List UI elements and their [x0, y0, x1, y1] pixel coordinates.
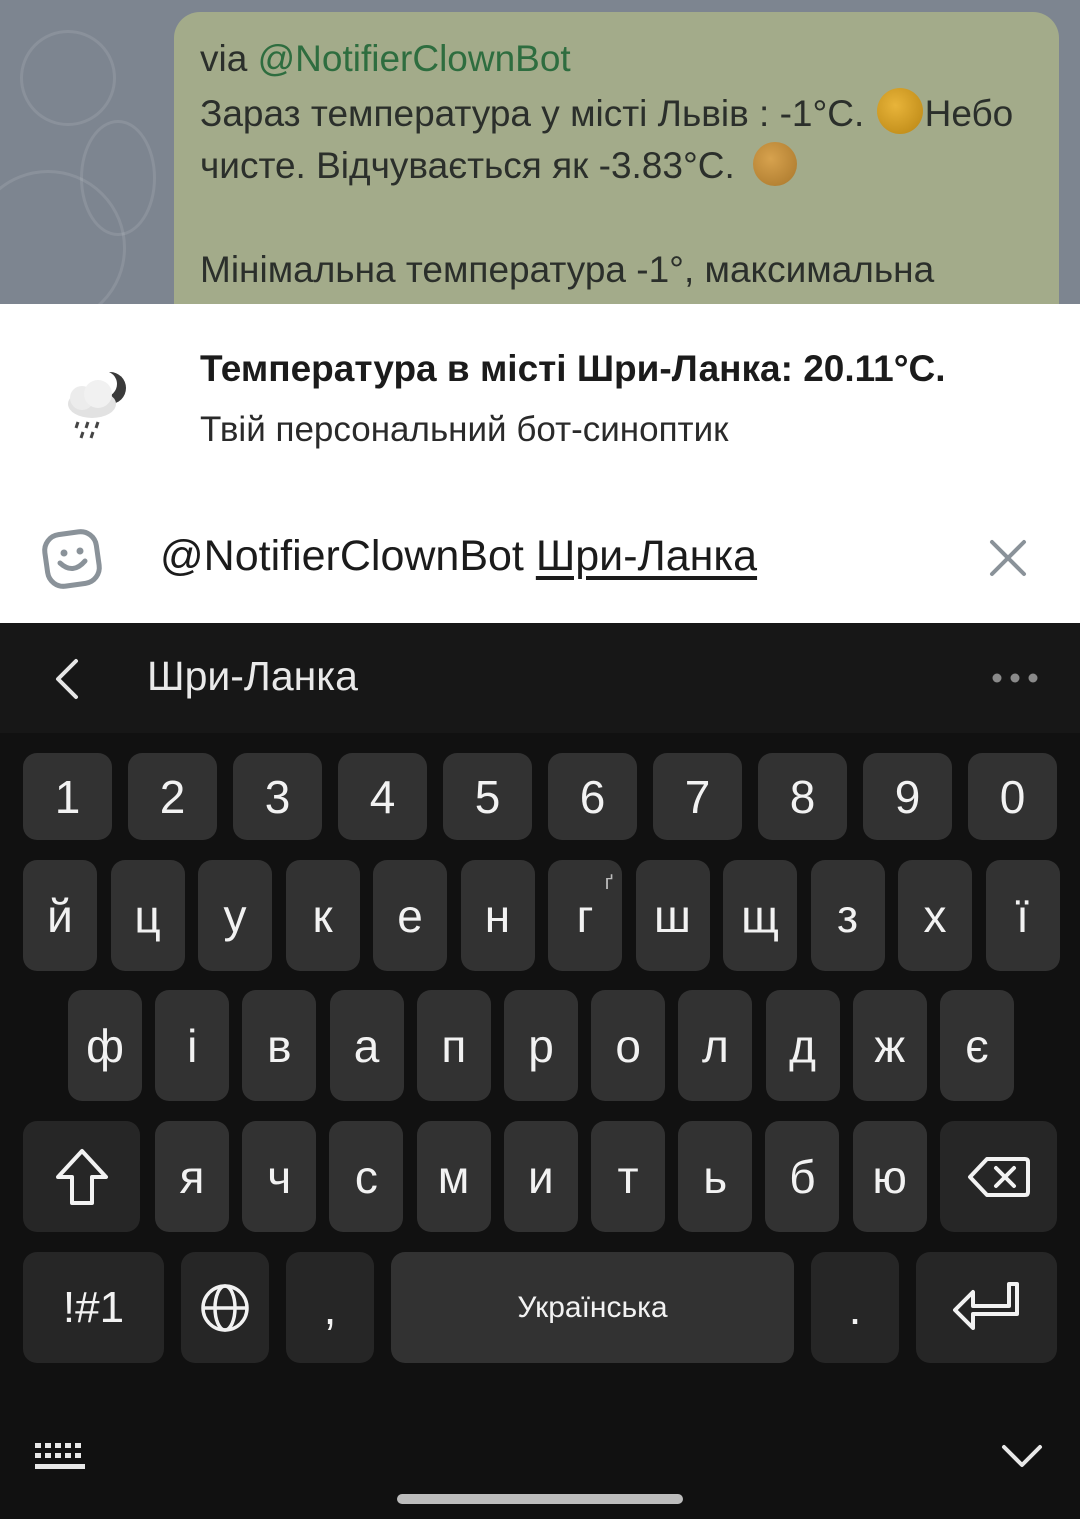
key-с[interactable]: с: [329, 1121, 404, 1232]
message-line-3: Мінімальна температура -1°, максимальна: [200, 249, 935, 290]
key-г[interactable]: гґ: [548, 860, 622, 971]
via-bot-link[interactable]: @NotifierClownBot: [258, 38, 571, 79]
sneezing-face-emoji-icon: [753, 142, 798, 186]
symbols-key[interactable]: !#1: [23, 1252, 164, 1363]
shift-arrow-icon: [55, 1148, 108, 1205]
backspace-icon: [967, 1156, 1030, 1197]
period-key[interactable]: .: [811, 1252, 899, 1363]
keyboard: Шри-Ланка !#1 , Українська . 1 2 3 4 5 6…: [0, 623, 1080, 1519]
key-ї[interactable]: ї: [985, 860, 1060, 971]
via-bot-line: via @NotifierClownBot: [200, 38, 571, 80]
result-title: Температура в місті Шри-Ланка: 20.11°C.: [200, 348, 946, 389]
background-doodle: [20, 30, 116, 126]
input-query: Шри-Ланка: [535, 532, 758, 580]
background-doodle: [80, 120, 156, 236]
key-т[interactable]: т: [591, 1121, 665, 1232]
key-в[interactable]: в: [242, 990, 317, 1101]
key-б[interactable]: б: [765, 1121, 840, 1232]
message-line-1-end: Небо: [924, 93, 1014, 134]
hide-keyboard-chevron-down-icon[interactable]: [1000, 1441, 1044, 1471]
chat-background: via @NotifierClownBot Зараз температура …: [0, 0, 1080, 304]
key-0[interactable]: 0: [968, 753, 1057, 840]
key-а[interactable]: а: [329, 990, 404, 1101]
key-ж[interactable]: ж: [852, 990, 927, 1101]
key-п[interactable]: п: [416, 990, 491, 1101]
key-ц[interactable]: ц: [110, 860, 185, 971]
key-л[interactable]: л: [678, 990, 753, 1101]
key-о[interactable]: о: [591, 990, 666, 1101]
home-indicator[interactable]: [397, 1494, 683, 1504]
message-text: Зараз температура у місті Львів : -1°C. …: [200, 88, 1040, 296]
key-ч[interactable]: ч: [242, 1121, 317, 1232]
key-8[interactable]: 8: [758, 753, 847, 840]
key-я[interactable]: я: [155, 1121, 229, 1232]
key-2[interactable]: 2: [128, 753, 217, 840]
key-м[interactable]: м: [416, 1121, 491, 1232]
key-н[interactable]: н: [460, 860, 535, 971]
weather-cloud-moon-rain-icon: [68, 371, 126, 439]
key-ш[interactable]: ш: [635, 860, 710, 971]
sticker-emoji-icon[interactable]: [40, 527, 104, 591]
key-7[interactable]: 7: [653, 753, 742, 840]
keyboard-switch-icon[interactable]: [33, 1441, 87, 1471]
key-3[interactable]: 3: [233, 753, 322, 840]
result-description: Твій персональний бот-синоптик: [200, 410, 729, 449]
message-input-bar: @NotifierClownBot Шри-Ланка: [0, 492, 1080, 623]
language-key[interactable]: [181, 1252, 269, 1363]
key-5[interactable]: 5: [443, 753, 532, 840]
sun-emoji-icon: [876, 88, 923, 134]
message-bubble[interactable]: via @NotifierClownBot Зараз температура …: [174, 12, 1059, 304]
input-bot-mention: @NotifierClownBot: [160, 532, 524, 580]
key-ю[interactable]: ю: [852, 1121, 927, 1232]
message-line-2: чисте. Відчувається як -3.83°C.: [200, 145, 735, 186]
key-є[interactable]: є: [940, 990, 1014, 1101]
key-у[interactable]: у: [198, 860, 272, 971]
key-р[interactable]: р: [504, 990, 578, 1101]
suggestion-bar: Шри-Ланка: [0, 623, 1080, 733]
key-1[interactable]: 1: [23, 753, 112, 840]
message-input[interactable]: @NotifierClownBot Шри-Ланка: [160, 532, 757, 581]
key-secondary-label: ґ: [604, 872, 613, 894]
more-options-icon[interactable]: [990, 671, 1040, 685]
key-х[interactable]: х: [898, 860, 972, 971]
inline-result-item[interactable]: Температура в місті Шри-Ланка: 20.11°C. …: [0, 304, 1080, 492]
key-6[interactable]: 6: [548, 753, 637, 840]
message-line-1: Зараз температура у місті Львів : -1°C.: [200, 93, 865, 134]
suggestion-word[interactable]: Шри-Ланка: [147, 653, 358, 700]
via-prefix: via: [200, 38, 248, 79]
key-и[interactable]: и: [503, 1121, 578, 1232]
key-ф[interactable]: ф: [68, 990, 142, 1101]
key-з[interactable]: з: [810, 860, 885, 971]
comma-key[interactable]: ,: [286, 1252, 374, 1363]
key-9[interactable]: 9: [863, 753, 952, 840]
chevron-left-icon[interactable]: [48, 655, 88, 703]
key-4[interactable]: 4: [338, 753, 427, 840]
key-й[interactable]: й: [23, 860, 97, 971]
enter-key[interactable]: [916, 1252, 1057, 1363]
globe-icon: [201, 1283, 249, 1332]
key-і[interactable]: і: [155, 990, 230, 1101]
close-icon[interactable]: [984, 534, 1032, 582]
key-щ[interactable]: щ: [723, 860, 797, 971]
key-д[interactable]: д: [765, 990, 840, 1101]
key-к[interactable]: к: [285, 860, 360, 971]
space-key[interactable]: Українська: [391, 1252, 794, 1363]
enter-arrow-icon: [952, 1281, 1019, 1330]
key-ь[interactable]: ь: [678, 1121, 753, 1232]
shift-key[interactable]: [23, 1121, 140, 1232]
key-е[interactable]: е: [373, 860, 447, 971]
backspace-key[interactable]: [940, 1121, 1057, 1232]
